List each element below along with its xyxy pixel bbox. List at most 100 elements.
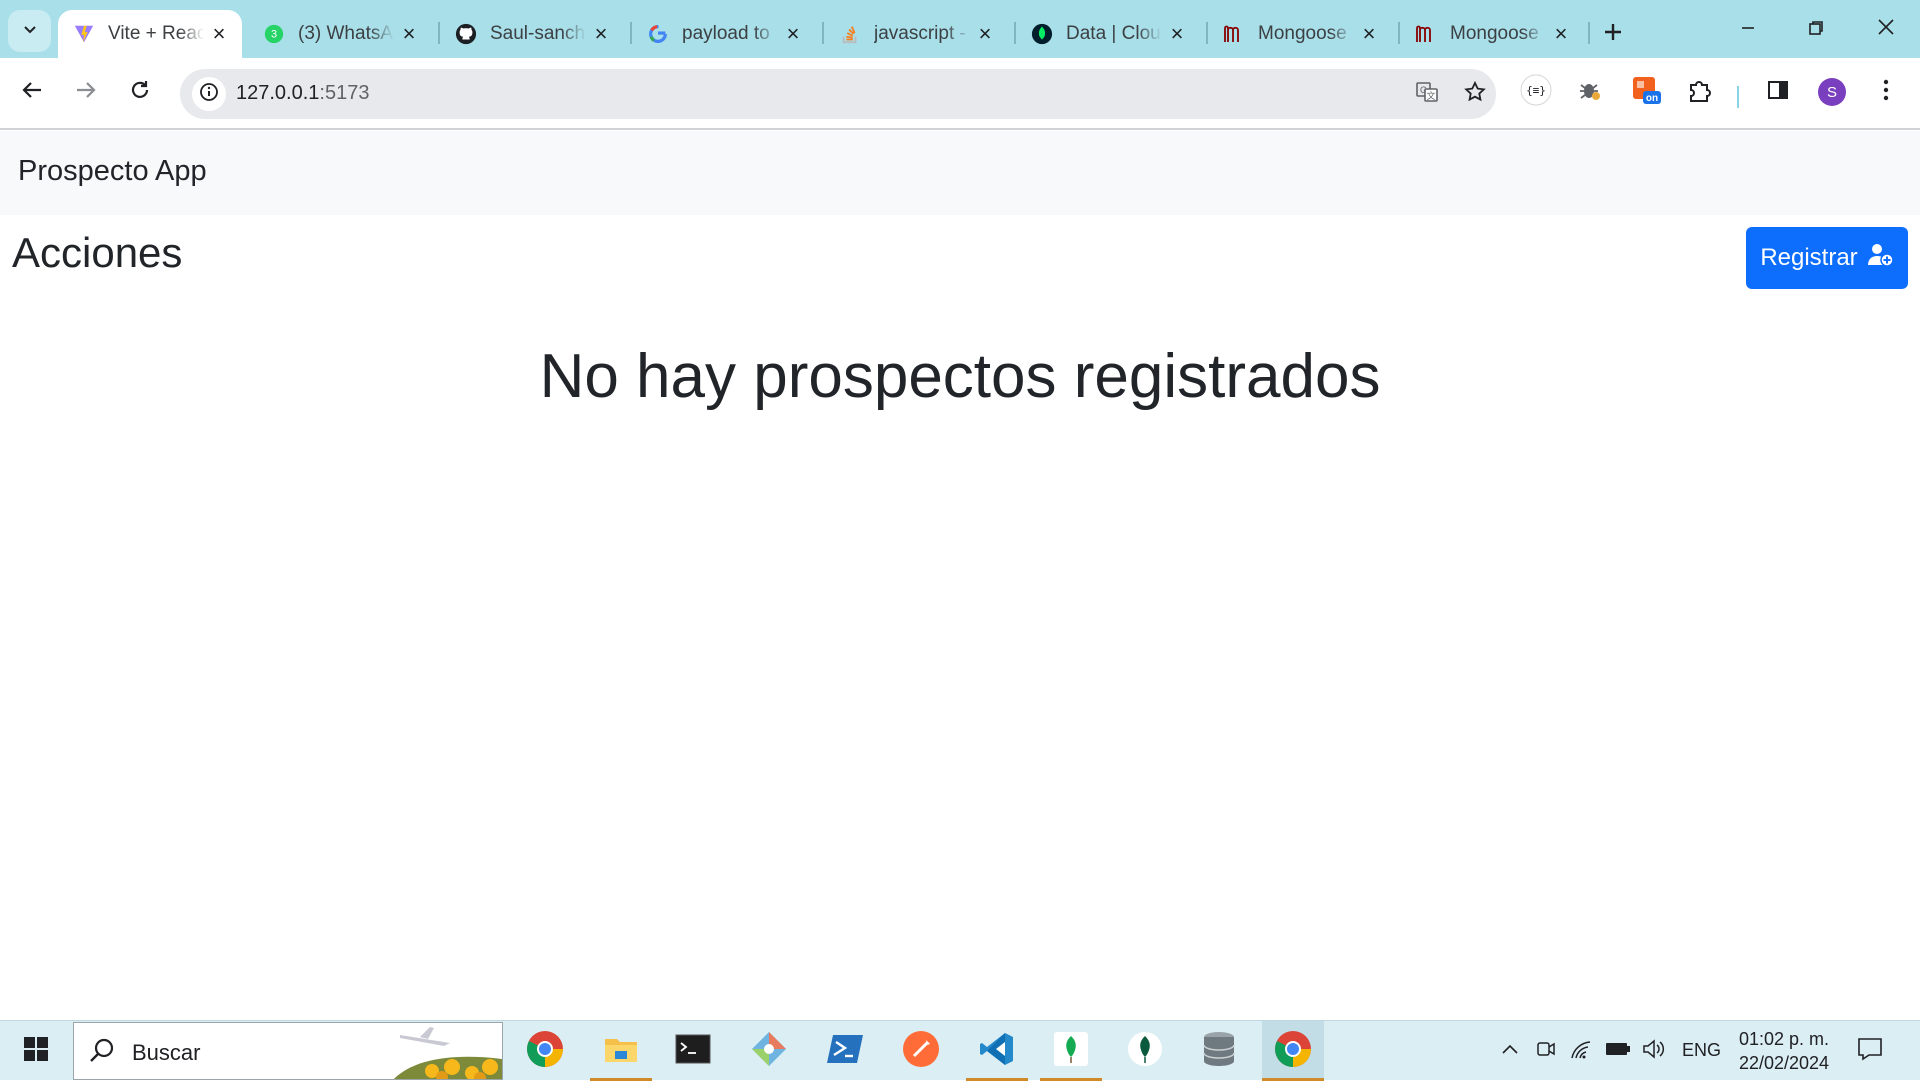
browser-tab[interactable]: Saul-sanchez ×: [440, 10, 624, 58]
mongoose-icon: [1222, 22, 1246, 46]
notification-center-button[interactable]: [1852, 1035, 1888, 1067]
taskbar-database[interactable]: [1188, 1021, 1250, 1081]
window-close-button[interactable]: [1856, 0, 1916, 58]
windows-taskbar: Buscar ENG 01:02 p. m. 22/02/2024: [0, 1020, 1920, 1081]
side-panel-button[interactable]: [1756, 70, 1800, 114]
tray-meet-now[interactable]: [1532, 1037, 1560, 1065]
page-title: Acciones: [12, 229, 183, 276]
toggle-extension-icon: on: [1629, 73, 1663, 112]
bookmark-button[interactable]: [1458, 77, 1492, 111]
svg-text:3: 3: [271, 29, 277, 41]
wifi-icon: [1570, 1038, 1594, 1065]
database-icon: [1201, 1030, 1237, 1073]
tab-title: (3) WhatsApp: [298, 23, 394, 44]
system-clock[interactable]: 01:02 p. m. 22/02/2024: [1724, 1027, 1844, 1075]
tab-title: javascript -: [874, 23, 966, 44]
arrow-right-icon: [75, 79, 97, 106]
taskbar-search[interactable]: Buscar: [73, 1022, 503, 1080]
close-icon[interactable]: ×: [970, 19, 1000, 49]
register-button[interactable]: Registrar: [1746, 227, 1908, 289]
bug-icon: [1577, 77, 1603, 108]
restore-button[interactable]: [1786, 0, 1846, 58]
json-extension-button[interactable]: {≡}: [1514, 70, 1558, 114]
taskbar-mongodb[interactable]: [1114, 1021, 1176, 1081]
tray-volume[interactable]: [1640, 1037, 1668, 1065]
close-icon[interactable]: ×: [778, 19, 808, 49]
address-bar[interactable]: 127.0.0.1:5173 G文: [180, 69, 1496, 119]
close-icon[interactable]: ×: [586, 19, 616, 49]
tab-title: Mongoose: [1258, 23, 1347, 44]
browser-tab-strip: Vite + React × 3 (3) WhatsApp × Saul-san…: [0, 0, 1920, 58]
browser-tab[interactable]: Vite + React ×: [58, 10, 242, 58]
taskbar-chrome[interactable]: [514, 1021, 576, 1081]
reload-button[interactable]: [118, 70, 162, 114]
close-icon[interactable]: ×: [1162, 19, 1192, 49]
svg-text:文: 文: [1426, 90, 1435, 101]
search-highlight-illustration: [392, 1023, 502, 1079]
star-icon: [1463, 80, 1487, 109]
mongodb-leaf-icon: [1127, 1031, 1163, 1072]
puzzle-icon: [1687, 77, 1713, 108]
translate-button[interactable]: G文: [1410, 77, 1444, 111]
taskbar-mongodb-compass[interactable]: [1040, 1021, 1102, 1081]
close-icon[interactable]: ×: [394, 19, 424, 49]
close-icon[interactable]: ×: [1546, 19, 1576, 49]
register-button-label: Registrar: [1760, 244, 1858, 271]
taskbar-powershell[interactable]: [814, 1021, 876, 1081]
taskbar-postman[interactable]: [890, 1021, 952, 1081]
postman-icon: [902, 1030, 940, 1073]
tab-search-button[interactable]: [8, 10, 51, 52]
chevron-down-icon: [22, 21, 38, 42]
minimize-button[interactable]: [1718, 0, 1778, 58]
browser-tab[interactable]: Data | Cloud ×: [1016, 10, 1200, 58]
browser-tab[interactable]: Mongoose ×: [1208, 10, 1392, 58]
url-text[interactable]: 127.0.0.1:5173: [236, 82, 369, 105]
tab-title: Mongoose: [1450, 23, 1539, 44]
forward-button[interactable]: [64, 70, 108, 114]
extensions-button[interactable]: [1678, 70, 1722, 114]
menu-button[interactable]: [1864, 70, 1908, 114]
browser-tab[interactable]: payload to ×: [632, 10, 816, 58]
browser-tab[interactable]: javascript - ×: [824, 10, 1008, 58]
close-icon: [1877, 16, 1895, 42]
avatar: S: [1818, 78, 1846, 106]
taskbar-terminal[interactable]: [662, 1021, 724, 1081]
browser-tab[interactable]: Mongoose ×: [1400, 10, 1584, 58]
tab-separator: [1588, 22, 1590, 44]
close-icon[interactable]: ×: [1354, 19, 1384, 49]
battery-icon: [1605, 1041, 1631, 1062]
profile-button[interactable]: S: [1810, 70, 1854, 114]
svg-text:{≡}: {≡}: [1526, 84, 1546, 97]
tray-overflow-button[interactable]: [1496, 1037, 1524, 1065]
site-info-button[interactable]: [192, 77, 226, 111]
browser-toolbar: 127.0.0.1:5173 G文 {≡} on S: [0, 58, 1920, 130]
taskbar-git-client[interactable]: [738, 1021, 800, 1081]
restore-icon: [1808, 16, 1824, 42]
empty-state-message: No hay prospectos registrados: [539, 342, 1381, 411]
taskbar-file-explorer[interactable]: [590, 1021, 652, 1081]
reload-icon: [129, 79, 151, 106]
tray-network[interactable]: [1568, 1037, 1596, 1065]
more-vert-icon: [1882, 78, 1890, 107]
new-tab-button[interactable]: [1594, 14, 1632, 52]
app-navbar: Prospecto App: [0, 131, 1920, 215]
browser-tab[interactable]: 3 (3) WhatsApp ×: [248, 10, 432, 58]
taskbar-vscode[interactable]: [966, 1021, 1028, 1081]
bug-extension-button[interactable]: [1568, 70, 1612, 114]
github-icon: [454, 22, 478, 46]
toolbar-divider: [1737, 86, 1739, 108]
tray-battery[interactable]: [1604, 1037, 1632, 1065]
taskbar-chrome-active[interactable]: [1262, 1021, 1324, 1081]
folder-icon: [603, 1033, 639, 1070]
back-button[interactable]: [10, 70, 54, 114]
stackoverflow-icon: [838, 22, 862, 46]
app-brand[interactable]: Prospecto App: [18, 155, 207, 188]
minimize-icon: [1740, 16, 1756, 42]
switch-extension-button[interactable]: on: [1624, 70, 1668, 114]
terminal-icon: [675, 1034, 711, 1069]
input-language[interactable]: ENG: [1682, 1040, 1721, 1061]
start-button[interactable]: [12, 1033, 60, 1069]
chrome-icon: [525, 1029, 565, 1074]
tab-title: Data | Cloud: [1066, 23, 1162, 44]
close-icon[interactable]: ×: [204, 19, 234, 49]
